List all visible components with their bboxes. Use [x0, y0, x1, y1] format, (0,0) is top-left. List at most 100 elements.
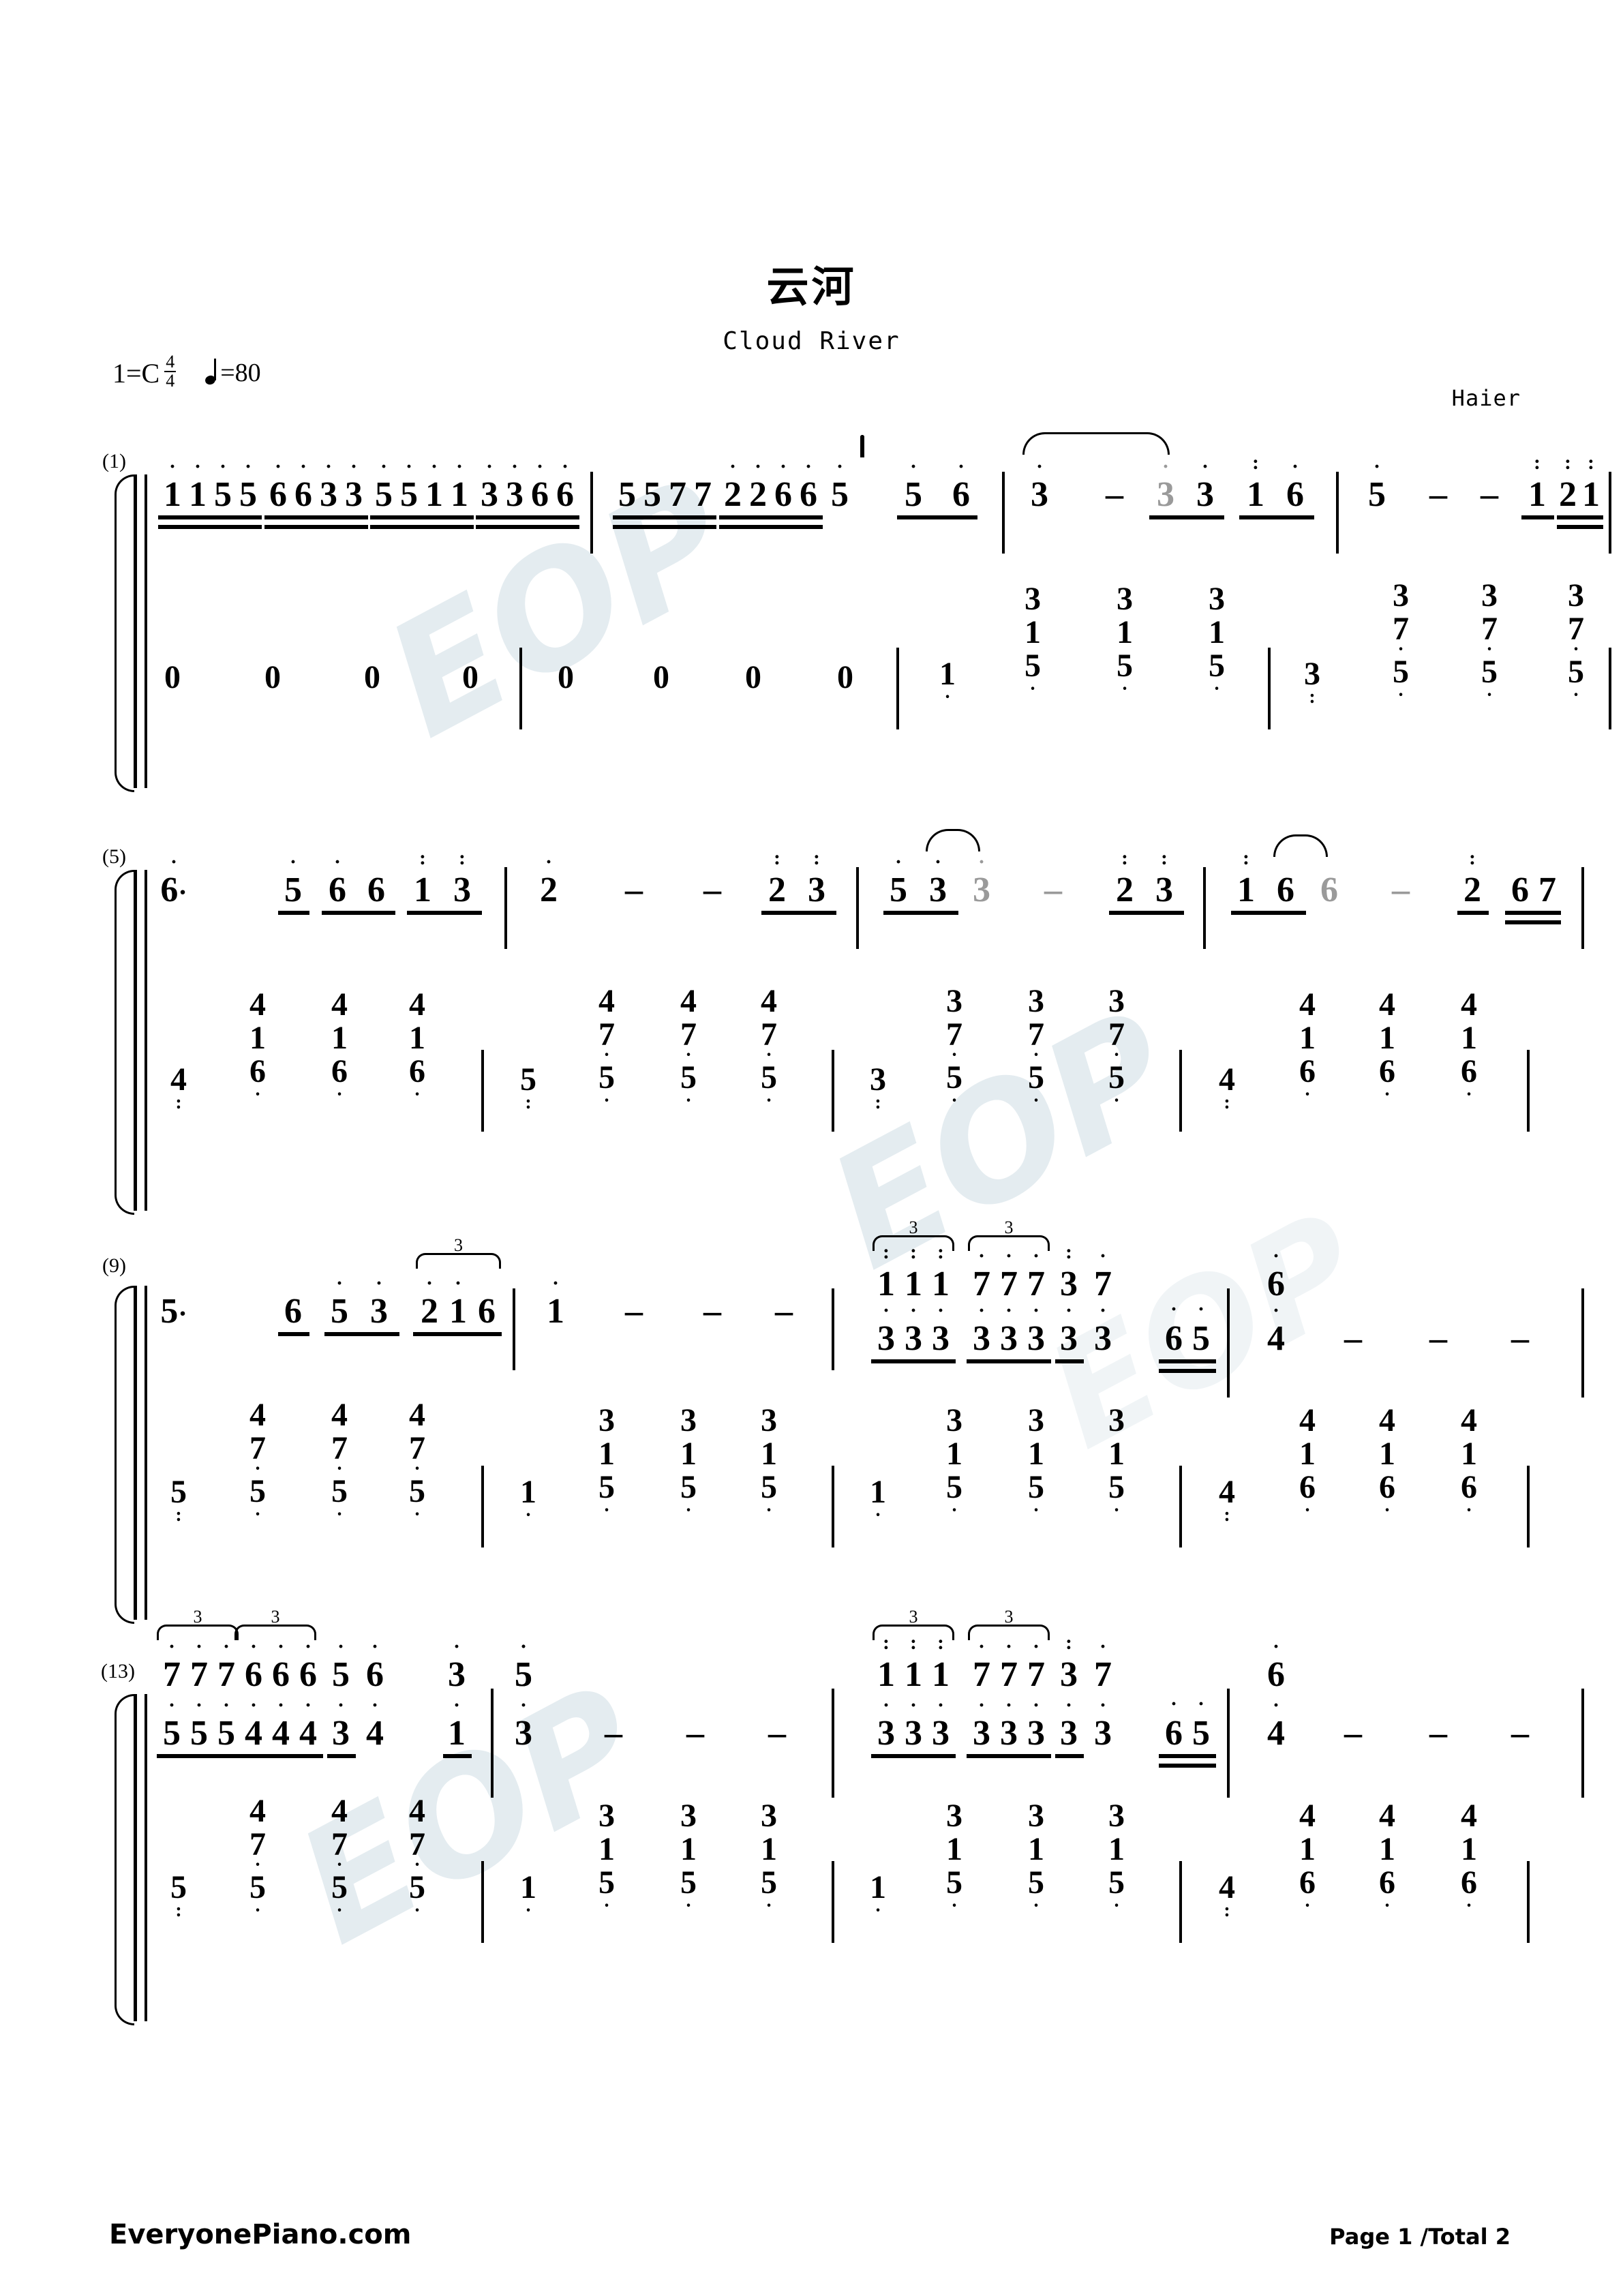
beam [1557, 525, 1603, 529]
chord-note: 1 [1117, 614, 1133, 650]
note: · 4 [1267, 1299, 1285, 1358]
chord-note: 4: [1219, 1869, 1235, 1921]
barline [1203, 867, 1206, 949]
chord-note: 3 [680, 1798, 697, 1834]
chord-note: 6 · [1299, 1864, 1316, 1916]
note: · 3 [1060, 1694, 1078, 1753]
chord-note: 4 [331, 1397, 348, 1433]
note: 6 [1277, 871, 1294, 909]
chord-note: 1 [1025, 614, 1041, 650]
barline [1179, 1861, 1182, 1943]
chord-note: 3 [598, 1402, 615, 1438]
chord-note: 7 · [249, 1826, 266, 1875]
beam [613, 515, 716, 519]
bass-chord: 4 7 · 5 · [249, 1398, 266, 1524]
note: :2 [1559, 451, 1577, 514]
chord-note: 7 · [946, 1016, 962, 1066]
beam [443, 1754, 472, 1758]
note: · 5 [400, 455, 418, 514]
chord-note: 6 · [331, 1053, 348, 1105]
chord-note: 5 · [761, 1059, 777, 1111]
beam [897, 515, 977, 519]
note: · 2 [749, 455, 767, 514]
barline [1179, 1466, 1182, 1547]
duration-dash: – [1511, 1319, 1529, 1358]
chord-note: 5 · [680, 1059, 697, 1111]
note: · 4 [299, 1694, 317, 1753]
bass-chord: 4 1 6 · [1299, 988, 1316, 1104]
note: · 3 [1157, 455, 1174, 514]
beam [327, 1754, 356, 1758]
chord-note: 3: [870, 1061, 886, 1113]
note: 7 [669, 475, 686, 514]
note: · 3 [1094, 1694, 1112, 1753]
bass-chord: 5: [170, 1475, 187, 1524]
note: · 3 [345, 455, 363, 514]
barline [1527, 1861, 1530, 1943]
note: :1 [414, 847, 431, 909]
note: · 5 [190, 1694, 208, 1753]
note: · 4 [272, 1694, 290, 1753]
chord-note: 1 [1379, 1019, 1395, 1056]
page-title: 云河 [766, 262, 857, 312]
note: · 4 [366, 1694, 384, 1753]
barline [1581, 867, 1584, 949]
beam [719, 515, 823, 519]
bass-chord: 4 7 · 5 · [331, 1794, 348, 1920]
site-label[interactable]: EveryonePiano.com [109, 2219, 411, 2250]
chord-note: 1 [761, 1830, 777, 1867]
duration-dash: – [686, 1714, 704, 1753]
duration-dash: – [703, 1292, 721, 1331]
note: 5 [618, 475, 636, 514]
slur [860, 435, 864, 457]
triplet-bracket: 3 [416, 1235, 501, 1269]
note: · 7 [1000, 1635, 1018, 1694]
chord-note: 1 [1299, 1019, 1316, 1056]
bass-chord: 4 7 · 5 · [409, 1794, 425, 1920]
bass-chord: 3 7 · 5 · [1393, 579, 1409, 706]
note: · 3 [506, 455, 524, 514]
note: · 1 [448, 1694, 466, 1753]
chord-note: 6 · [249, 1053, 266, 1105]
chord-note: 5 · [1393, 653, 1409, 706]
beam [1231, 911, 1306, 915]
chord-note: 6 · [1461, 1864, 1477, 1916]
barline [1227, 1689, 1230, 1798]
chord-note: 7 · [409, 1430, 425, 1479]
chord-note: 7 · [680, 1016, 697, 1066]
chord-note: 7 · [409, 1826, 425, 1875]
note: · 3 [1027, 1299, 1045, 1358]
duration-dash: – [768, 1714, 786, 1753]
chord-note: 6 · [1379, 1864, 1395, 1916]
slur [1022, 432, 1170, 455]
note: · 1 [164, 455, 181, 514]
chord-note: 1 [1379, 1830, 1395, 1867]
beam [278, 911, 309, 915]
note: · 1 [425, 455, 443, 514]
note: · 3 [320, 455, 337, 514]
bass-chord: 3 1 5 · [680, 1404, 697, 1520]
barline [1527, 1466, 1530, 1547]
quarter-note-icon [205, 359, 219, 384]
chord-note: 3 [761, 1402, 777, 1438]
note: · 4 [245, 1694, 262, 1753]
duration-dash: – [1429, 475, 1447, 514]
chord-note: 5 · [1108, 1059, 1125, 1111]
note: · 6 [1286, 455, 1304, 514]
chord-note: 1 [1461, 1019, 1477, 1056]
chord-note: 7 · [331, 1826, 348, 1875]
note: · 3 [1027, 1694, 1045, 1753]
chord-note: 5 · [946, 1468, 962, 1521]
chord-note: 5 · [761, 1468, 777, 1521]
system-start-barline [134, 1694, 137, 2021]
rest: 0 [462, 659, 479, 695]
note: · 5 [239, 455, 257, 514]
note: :2 [1116, 847, 1134, 909]
note: · 6 [800, 455, 817, 514]
beam [413, 1332, 502, 1336]
measure-number-9: (9) [102, 1254, 126, 1277]
note: · 6 [1267, 1635, 1285, 1694]
note: · 3 [973, 851, 990, 909]
note: · 6 [294, 455, 312, 514]
duration-dash: – [1392, 871, 1410, 909]
